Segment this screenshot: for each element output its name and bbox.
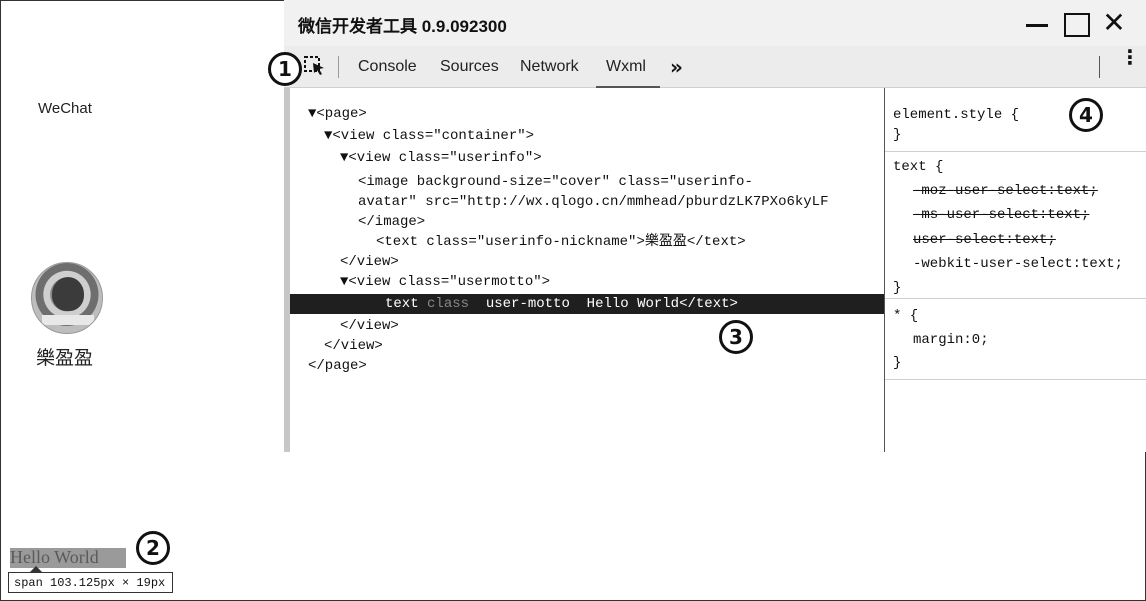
prop-margin[interactable]: margin:0; [913, 329, 989, 351]
more-tabs-icon[interactable]: » [670, 55, 683, 79]
selected-tag: text [385, 296, 419, 312]
tree-node-usermotto[interactable]: ▼<view class="usermotto"> [340, 272, 550, 292]
callout-4: 4 [1069, 98, 1103, 132]
tree-node-view-close[interactable]: </view> [340, 252, 399, 272]
avatar [31, 262, 103, 334]
inspect-element-icon[interactable] [304, 56, 326, 76]
avatar-band [42, 315, 94, 325]
devtools-window: 微信开发者工具 0.9.092300 ✕ Console Sources Net… [284, 0, 1146, 452]
element-style-close: } [893, 127, 902, 143]
universal-selector[interactable]: * { [893, 305, 918, 327]
callout-2: 2 [136, 531, 170, 565]
tree-node-image[interactable]: <image background-size="cover" class="us… [358, 172, 753, 192]
rule-universal: * { margin:0; } [885, 299, 1146, 380]
simulator-title: WeChat [38, 100, 92, 117]
tree-node-nickname[interactable]: <text class="userinfo-nickname">樂盈盈</tex… [376, 232, 746, 252]
close-icon[interactable]: ✕ [1100, 9, 1128, 38]
prop-webkit-user-select[interactable]: -webkit-user-select:text; [913, 253, 1123, 275]
text-rule-close: } [893, 280, 902, 296]
tab-console[interactable]: Console [358, 58, 417, 76]
prop-ms-user-select[interactable]: -ms-user-select:text; [913, 204, 1089, 226]
selected-attr: class [427, 296, 470, 312]
element-size-tooltip: span 103.125px × 19px [8, 572, 173, 593]
styles-pane: element.style { } text { -moz-user-selec… [884, 88, 1146, 452]
prop-moz-user-select[interactable]: -moz-user-select:text; [913, 180, 1098, 202]
title-bar: 微信开发者工具 0.9.092300 ✕ [284, 0, 1146, 46]
prop-user-select[interactable]: user-select:text; [913, 229, 1056, 251]
tab-network[interactable]: Network [520, 58, 579, 76]
tree-node-container[interactable]: ▼<view class="container"> [324, 126, 534, 146]
tree-node-view-close-2[interactable]: </view> [340, 316, 399, 336]
tab-wxml[interactable]: Wxml [606, 58, 646, 76]
tree-node-view-close-3[interactable]: </view> [324, 336, 383, 356]
minimize-icon[interactable] [1024, 10, 1052, 38]
callout-3: 3 [719, 320, 753, 354]
user-motto-text[interactable]: Hello World [10, 547, 99, 568]
menu-dots-icon[interactable]: ⋮ [1120, 48, 1140, 68]
text-selector[interactable]: text { [893, 156, 943, 178]
devtools-tabbar: Console Sources Network Wxml » ⋮ [284, 46, 1146, 88]
maximize-icon[interactable] [1062, 10, 1090, 38]
tree-node-page-close[interactable]: </page> [308, 356, 367, 376]
callout-1: 1 [268, 52, 302, 86]
tab-separator [338, 56, 339, 78]
rule-element-style: element.style { } [885, 88, 1146, 152]
tree-node-image-cont[interactable]: avatar" src="http://wx.qlogo.cn/mmhead/p… [358, 192, 828, 212]
selected-content: Hello World</text> [586, 296, 738, 312]
selected-value: user-motto [485, 296, 570, 312]
tree-node-page[interactable]: ▼<page> [308, 104, 367, 124]
tree-node-userinfo[interactable]: ▼<view class="userinfo"> [340, 148, 542, 168]
avatar-face [52, 277, 84, 311]
user-nickname: 樂盈盈 [36, 347, 94, 369]
window-title: 微信开发者工具 0.9.092300 [298, 17, 507, 36]
tree-node-selected[interactable]: text class user-motto Hello World</text> [290, 294, 884, 314]
rule-text: text { -moz-user-select:text; -ms-user-s… [885, 152, 1146, 299]
tree-node-image-close[interactable]: </image> [358, 212, 425, 232]
wxml-tree: ▼<page> ▼<view class="container"> ▼<view… [290, 88, 884, 452]
toolbar-separator [1099, 56, 1100, 78]
element-style-selector[interactable]: element.style { [893, 104, 1019, 126]
tab-sources[interactable]: Sources [440, 58, 499, 76]
universal-rule-close: } [893, 355, 902, 371]
